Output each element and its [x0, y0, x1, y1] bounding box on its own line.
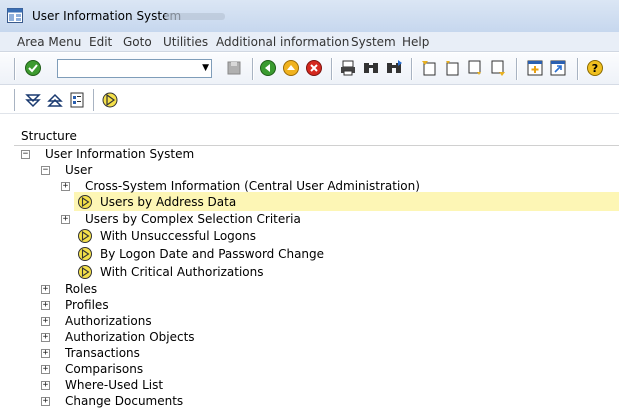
toolbar-separator [331, 58, 332, 80]
menu-area-menu[interactable]: Area Menu [17, 35, 81, 49]
execute-report-icon [78, 265, 92, 279]
tree-node-transactions[interactable]: Transactions [65, 345, 140, 362]
help-icon[interactable]: ? [586, 59, 604, 77]
back-icon[interactable] [259, 59, 277, 77]
menu-edit[interactable]: Edit [89, 35, 112, 49]
tree-node-unsuccessful-logons[interactable]: With Unsuccessful Logons [100, 228, 256, 245]
tree-node-authorizations[interactable]: Authorizations [65, 313, 152, 330]
tree-node-profiles[interactable]: Profiles [65, 297, 109, 314]
documentation-icon[interactable] [68, 91, 86, 109]
collapse-node-icon[interactable]: − [21, 150, 30, 159]
expand-node-icon[interactable]: + [41, 285, 50, 294]
execute-report-icon [78, 229, 92, 243]
title-bar: User Information System [0, 0, 619, 32]
toolbar-separator [93, 89, 94, 111]
tree-node-comparisons[interactable]: Comparisons [65, 361, 143, 378]
execute-report-icon [78, 247, 92, 261]
structure-label: Structure [21, 129, 77, 143]
enter-check-icon[interactable] [24, 59, 42, 77]
toolbar-separator [516, 58, 517, 80]
create-session-icon[interactable] [526, 59, 544, 77]
redacted-system-id [165, 13, 225, 20]
window-title: User Information System [32, 9, 182, 23]
shortcut-icon[interactable] [549, 59, 567, 77]
find-next-icon[interactable] [385, 59, 403, 77]
execute-report-icon [78, 195, 92, 209]
tree-node-logon-date-password-change[interactable]: By Logon Date and Password Change [100, 246, 324, 263]
execute-icon[interactable] [101, 91, 119, 109]
structure-header: Structure [14, 127, 619, 146]
toolbar-separator [577, 58, 578, 80]
app-icon [7, 8, 23, 23]
svg-text:?: ? [592, 62, 598, 75]
tree-node-critical-authorizations[interactable]: With Critical Authorizations [100, 264, 263, 281]
expand-node-icon[interactable]: + [41, 381, 50, 390]
first-page-icon[interactable] [420, 59, 438, 77]
previous-page-icon[interactable] [443, 59, 461, 77]
expand-node-icon[interactable]: + [41, 349, 50, 358]
tree-node-root[interactable]: User Information System [45, 146, 194, 163]
tree-node-change-documents[interactable]: Change Documents [65, 393, 183, 410]
cancel-icon[interactable] [305, 59, 323, 77]
tree-node-user[interactable]: User [65, 162, 92, 179]
menu-system[interactable]: System [351, 35, 396, 49]
menu-help[interactable]: Help [402, 35, 429, 49]
expand-node-icon[interactable]: + [61, 182, 70, 191]
collapse-all-icon[interactable] [46, 91, 64, 109]
last-page-icon[interactable] [489, 59, 507, 77]
expand-node-icon[interactable]: + [41, 317, 50, 326]
toolbar-separator [14, 89, 15, 111]
chevron-down-icon[interactable]: ▼ [202, 63, 209, 73]
tree-node-authorization-objects[interactable]: Authorization Objects [65, 329, 195, 346]
menu-additional-information[interactable]: Additional information [216, 35, 349, 49]
command-field[interactable]: ▼ [57, 59, 212, 78]
expand-node-icon[interactable]: + [41, 333, 50, 342]
toolbar-separator [14, 58, 15, 80]
tree-node-roles[interactable]: Roles [65, 281, 97, 298]
tree-node-users-by-address-data[interactable]: Users by Address Data [100, 194, 236, 211]
expand-node-icon[interactable]: + [41, 301, 50, 310]
menu-utilities[interactable]: Utilities [163, 35, 208, 49]
expand-node-icon[interactable]: + [61, 215, 70, 224]
expand-node-icon[interactable]: + [41, 365, 50, 374]
save-icon[interactable] [225, 59, 243, 77]
tree-node-where-used-list[interactable]: Where-Used List [65, 377, 163, 394]
expand-all-icon[interactable] [24, 91, 42, 109]
expand-node-icon[interactable]: + [41, 397, 50, 406]
tree-node-users-by-complex-selection[interactable]: Users by Complex Selection Criteria [85, 211, 301, 228]
menu-bar: Area Menu Edit Goto Utilities Additional… [0, 32, 619, 52]
area-menu-tree: − User Information System − User + Cross… [14, 146, 619, 418]
collapse-node-icon[interactable]: − [41, 166, 50, 175]
toolbar-separator [252, 58, 253, 80]
next-page-icon[interactable] [466, 59, 484, 77]
tree-node-cross-system[interactable]: Cross-System Information (Central User A… [85, 178, 420, 195]
find-icon[interactable] [362, 59, 380, 77]
menu-goto[interactable]: Goto [123, 35, 152, 49]
exit-icon[interactable] [282, 59, 300, 77]
print-icon[interactable] [339, 59, 357, 77]
toolbar-separator [411, 58, 412, 80]
